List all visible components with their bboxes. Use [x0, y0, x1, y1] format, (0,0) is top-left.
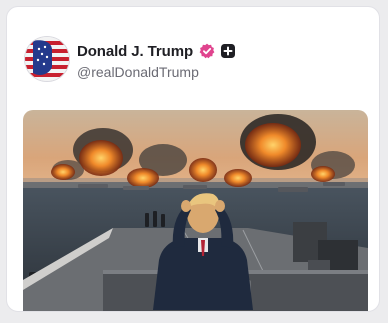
avatar-image	[25, 37, 69, 81]
author-avatar[interactable]	[25, 37, 69, 81]
post-media-image[interactable]	[23, 110, 368, 311]
post-image-illustration	[23, 110, 368, 311]
post-card: Donald J. Trump @realDonaldTrump	[6, 6, 380, 312]
plus-square-icon[interactable]	[220, 43, 236, 59]
author-name-row: Donald J. Trump	[77, 41, 236, 61]
author-display-name[interactable]: Donald J. Trump	[77, 43, 193, 60]
verified-badge-icon	[199, 43, 215, 59]
author-handle[interactable]: @realDonaldTrump	[77, 64, 199, 80]
